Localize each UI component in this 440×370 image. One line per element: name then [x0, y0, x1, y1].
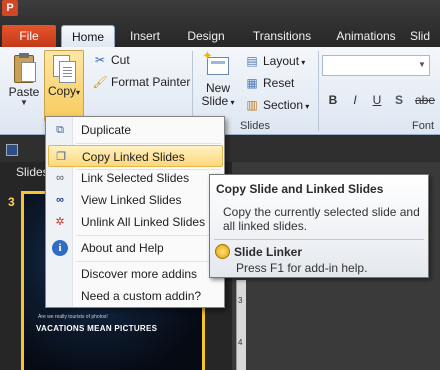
addin-icon [215, 244, 230, 259]
new-slide-button[interactable]: ✦ New Slide ▾ [198, 49, 238, 117]
paste-label: Paste [8, 85, 40, 99]
tooltip-help-text: Press F1 for add-in help. [236, 261, 368, 275]
reset-button[interactable]: ▦ Reset [244, 74, 294, 92]
slide-number: 3 [8, 195, 15, 209]
info-icon: i [52, 240, 68, 256]
tab-home[interactable]: Home [61, 25, 115, 47]
unlink-icon: ✲ [55, 216, 65, 228]
group-divider [318, 51, 319, 131]
brush-icon: 🖌 [92, 75, 108, 89]
vertical-ruler [236, 280, 246, 370]
scissors-icon: ✂ [94, 53, 106, 67]
copy-button[interactable]: Copy▾ [44, 50, 84, 122]
tooltip-title: Copy Slide and Linked Slides [216, 182, 384, 196]
tooltip-divider [214, 239, 424, 240]
menu-separator [76, 143, 221, 144]
tab-slide-show[interactable]: Slid [410, 25, 440, 47]
thumbnail-title: VACATIONS MEAN PICTURES [36, 324, 158, 333]
section-icon: ▥ [246, 98, 258, 112]
tooltip: Copy Slide and Linked Slides Copy the cu… [209, 174, 429, 278]
format-painter-button[interactable]: 🖌 Format Painter [92, 73, 190, 91]
menu-item-unlink-all-linked-slides[interactable]: ✲ Unlink All Linked Slides [48, 211, 223, 233]
chevron-down-icon: ▼ [20, 98, 28, 107]
tab-transitions[interactable]: Transitions [244, 25, 320, 47]
paste-button[interactable]: Paste ▼ [4, 51, 44, 119]
tooltip-description: Copy the currently selected slide and al… [223, 205, 420, 233]
ruler-mark: 4 [238, 338, 243, 347]
font-name-box[interactable] [322, 55, 430, 76]
section-button[interactable]: ▥ Section ▾ [244, 96, 309, 114]
tab-file[interactable]: File [2, 25, 56, 47]
copy-dropdown-menu: ⧉ Duplicate ❐ Copy Linked Slides ∞ Link … [45, 116, 225, 308]
powerpoint-app-icon[interactable]: P [2, 0, 18, 16]
reset-icon: ▦ [246, 76, 258, 90]
menu-item-need-custom-addin[interactable]: Need a custom addin? [48, 285, 223, 307]
tab-design[interactable]: Design [176, 25, 236, 47]
menu-separator [76, 235, 221, 236]
layout-icon: ▤ [246, 54, 258, 68]
menu-item-copy-linked-slides[interactable]: ❐ Copy Linked Slides [48, 145, 223, 167]
shadow-button[interactable]: S [392, 91, 406, 109]
font-group-label: Font [412, 120, 435, 132]
menu-item-discover-more-addins[interactable]: Discover more addins [48, 263, 223, 285]
new-slide-icon: ✦ [202, 49, 231, 79]
thumbnail-subtitle: Are we really tourists of photos! [38, 314, 108, 320]
layout-button[interactable]: ▤ Layout ▾ [244, 52, 305, 70]
duplicate-icon: ⧉ [56, 124, 64, 136]
slides-tab[interactable]: Slides [16, 165, 49, 179]
ruler-mark: 3 [238, 296, 243, 305]
italic-button[interactable]: I [348, 91, 362, 109]
cut-button[interactable]: ✂ Cut [92, 51, 130, 69]
paste-icon [11, 53, 37, 85]
tooltip-addin-name: Slide Linker [234, 245, 303, 259]
copy-icon [51, 54, 77, 84]
save-icon[interactable] [6, 144, 18, 156]
copy-caret-icon: ▾ [76, 88, 81, 97]
binoculars-icon: ∞ [56, 194, 64, 206]
menu-item-view-linked-slides[interactable]: ∞ View Linked Slides [48, 189, 223, 211]
bold-button[interactable]: B [326, 91, 340, 109]
underline-button[interactable]: U [370, 91, 384, 109]
copy-label: Copy [47, 84, 76, 98]
tab-animations[interactable]: Animations [328, 25, 404, 47]
strikethrough-button[interactable]: abe [412, 91, 438, 109]
menu-item-link-selected-slides[interactable]: ∞ Link Selected Slides [48, 167, 223, 189]
menu-separator [76, 261, 221, 262]
font-dropdown-icon[interactable]: ▼ [418, 60, 426, 69]
menu-item-about-and-help[interactable]: i About and Help [48, 237, 223, 259]
slides-group-label: Slides [240, 120, 270, 132]
link-icon: ∞ [56, 172, 64, 184]
copy-linked-icon: ❐ [56, 151, 66, 163]
menu-item-duplicate[interactable]: ⧉ Duplicate [48, 119, 223, 141]
tab-insert[interactable]: Insert [118, 25, 172, 47]
